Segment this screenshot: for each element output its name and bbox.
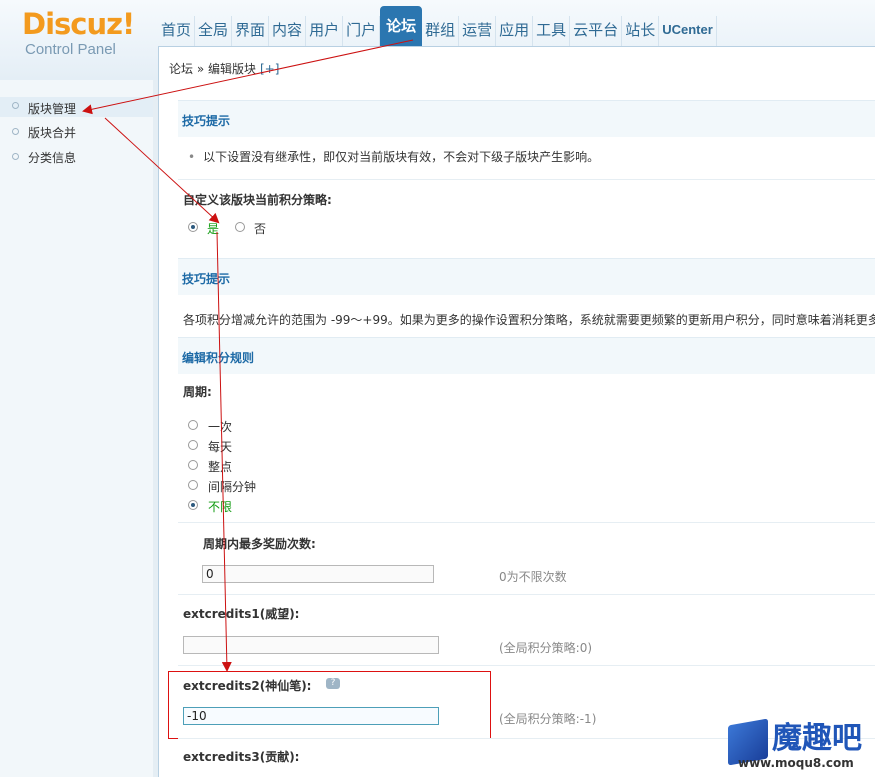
nav-ucenter[interactable]: UCenter bbox=[659, 16, 717, 46]
top-nav: 首页 全局 界面 内容 用户 门户 论坛 群组 运营 应用 工具 云平台 站长 … bbox=[158, 6, 717, 46]
max-rewards-input[interactable]: 0 bbox=[202, 565, 434, 583]
nav-group[interactable]: 群组 bbox=[422, 16, 460, 46]
bullet-icon bbox=[12, 128, 19, 135]
period-label: 周期: bbox=[183, 385, 212, 399]
period-daily-label[interactable]: 每天 bbox=[208, 438, 232, 455]
nav-operation[interactable]: 运营 bbox=[459, 16, 497, 46]
divider bbox=[178, 179, 875, 180]
nav-plugin[interactable]: 应用 bbox=[496, 16, 534, 46]
extcredits1-hint: (全局积分策略:0) bbox=[499, 641, 593, 655]
period-unlimited-radio[interactable] bbox=[188, 500, 198, 510]
custom-policy-yes-radio[interactable] bbox=[188, 222, 198, 232]
section-tips-2: 技巧提示 bbox=[178, 258, 875, 295]
nav-forum[interactable]: 论坛 bbox=[380, 6, 423, 46]
watermark-logo: 魔趣吧 www.moqu8.com bbox=[728, 718, 868, 772]
period-daily-radio[interactable] bbox=[188, 440, 198, 450]
breadcrumb-bar: 论坛 » 编辑版块 [+] bbox=[158, 46, 875, 80]
nav-portal[interactable]: 门户 bbox=[343, 16, 381, 46]
breadcrumb-path[interactable]: 论坛 » 编辑版块 bbox=[169, 62, 256, 76]
logo[interactable]: Discuz! Control Panel bbox=[22, 7, 135, 58]
nav-founder[interactable]: 站长 bbox=[622, 16, 660, 46]
period-unlimited-label[interactable]: 不限 bbox=[208, 498, 232, 515]
nav-content[interactable]: 内容 bbox=[269, 16, 307, 46]
nav-user[interactable]: 用户 bbox=[306, 16, 344, 46]
tip-text-1: • 以下设置没有继承性，即仅对当前版块有效，不会对下级子版块产生影响。 bbox=[188, 150, 600, 164]
period-hourly-radio[interactable] bbox=[188, 460, 198, 470]
extcredits1-input[interactable] bbox=[183, 636, 439, 654]
divider bbox=[178, 522, 875, 523]
nav-style[interactable]: 界面 bbox=[232, 16, 270, 46]
sidebar: 版块管理 版块合并 分类信息 bbox=[0, 80, 158, 777]
period-once-radio[interactable] bbox=[188, 420, 198, 430]
nav-cloud[interactable]: 云平台 bbox=[570, 16, 623, 46]
custom-policy-no-radio[interactable] bbox=[235, 222, 245, 232]
breadcrumb-add-button[interactable]: [+] bbox=[260, 62, 279, 76]
extcredits2-hint: (全局积分策略:-1) bbox=[499, 712, 597, 726]
sidebar-item-forum-manage[interactable]: 版块管理 bbox=[0, 97, 153, 117]
custom-policy-yes-label[interactable]: 是 bbox=[207, 220, 219, 237]
sidebar-item-thread-types[interactable]: 分类信息 bbox=[12, 149, 76, 166]
section-tips-1: 技巧提示 bbox=[178, 100, 875, 137]
custom-policy-label: 自定义该版块当前积分策略: bbox=[183, 193, 332, 207]
max-rewards-hint: 0为不限次数 bbox=[499, 570, 567, 584]
max-rewards-label: 周期内最多奖励次数: bbox=[203, 537, 316, 551]
period-hourly-label[interactable]: 整点 bbox=[208, 458, 232, 475]
custom-policy-no-label[interactable]: 否 bbox=[254, 220, 266, 237]
logo-title: Discuz! bbox=[22, 7, 135, 41]
bullet-icon bbox=[12, 102, 19, 109]
header: Discuz! Control Panel 首页 全局 界面 内容 用户 门户 … bbox=[0, 0, 875, 81]
annotation-highlight-box bbox=[168, 671, 491, 739]
bullet-icon bbox=[12, 153, 19, 160]
period-interval-radio[interactable] bbox=[188, 480, 198, 490]
section-edit-rules: 编辑积分规则 bbox=[178, 337, 875, 374]
period-once-label[interactable]: 一次 bbox=[208, 418, 232, 435]
nav-global[interactable]: 全局 bbox=[195, 16, 233, 46]
divider bbox=[178, 594, 875, 595]
breadcrumb: 论坛 » 编辑版块 [+] bbox=[169, 60, 279, 77]
period-interval-label[interactable]: 间隔分钟 bbox=[208, 478, 256, 495]
nav-home[interactable]: 首页 bbox=[158, 16, 196, 46]
extcredits1-label: extcredits1(威望): bbox=[183, 607, 300, 621]
divider bbox=[178, 665, 875, 666]
logo-subtitle: Control Panel bbox=[25, 41, 116, 58]
nav-tools[interactable]: 工具 bbox=[533, 16, 571, 46]
extcredits3-label: extcredits3(贡献): bbox=[183, 750, 300, 764]
sidebar-item-forum-merge[interactable]: 版块合并 bbox=[12, 124, 76, 141]
tip-text-2: 各项积分增减允许的范围为 -99～+99。如果为更多的操作设置积分策略，系统就需… bbox=[183, 313, 875, 327]
